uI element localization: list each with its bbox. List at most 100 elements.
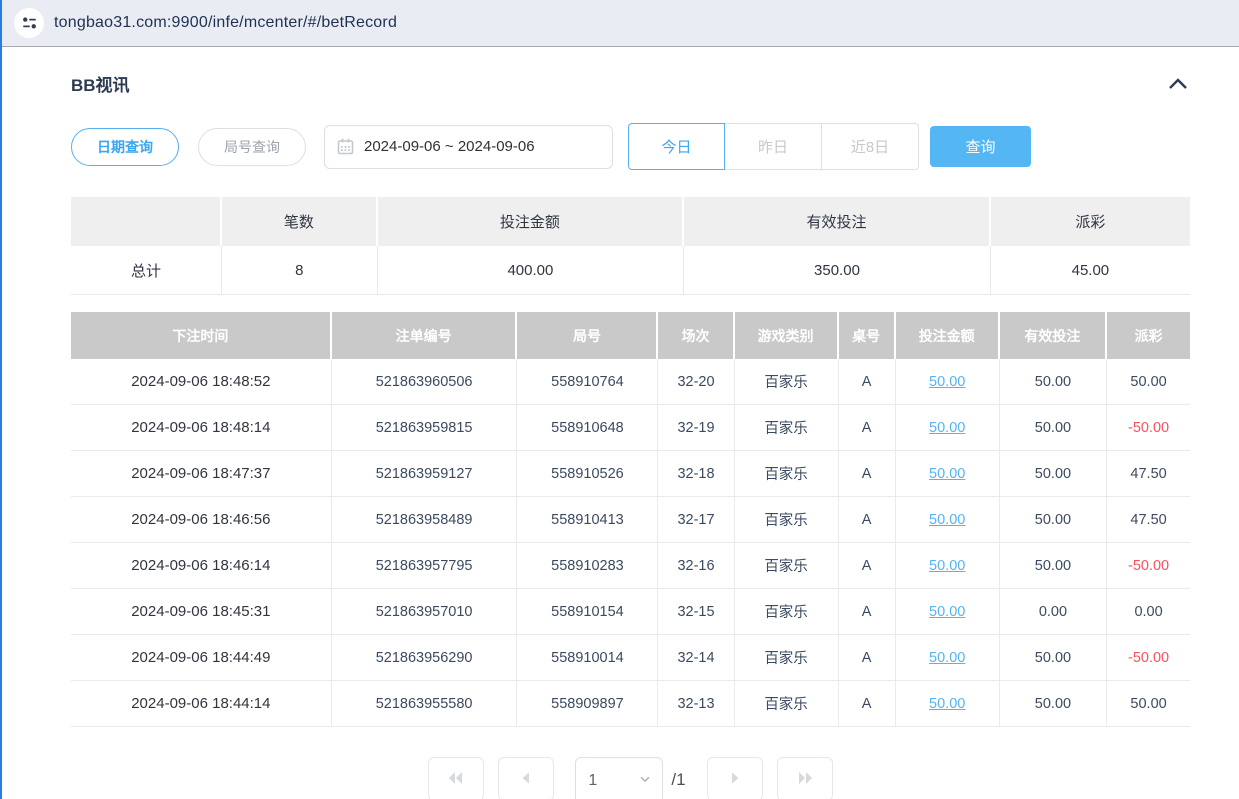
payout-cell: 50.00 xyxy=(1107,681,1190,727)
table-code-cell: A xyxy=(839,589,896,635)
bet-table-header-cell: 场次 xyxy=(658,312,734,359)
round-id-cell: 558910154 xyxy=(517,589,658,635)
bet-amount-cell: 50.00 xyxy=(896,681,1000,727)
time-cell: 2024-09-06 18:48:14 xyxy=(71,405,332,451)
bet-amount-cell: 50.00 xyxy=(896,589,1000,635)
bet-table-header-cell: 注单编号 xyxy=(332,312,518,359)
summary-header-cell xyxy=(71,197,222,246)
total-pages-label: /1 xyxy=(671,770,685,790)
game-cell: 百家乐 xyxy=(735,405,839,451)
bet-table-row: 2024-09-06 18:45:31521863957010558910154… xyxy=(71,589,1190,635)
table-code-cell: A xyxy=(839,635,896,681)
calendar-icon xyxy=(337,138,354,155)
table-code-cell: A xyxy=(839,451,896,497)
summary-header-cell: 投注金额 xyxy=(378,197,685,246)
prev-page-button[interactable] xyxy=(498,757,554,799)
summary-header-cell: 有效投注 xyxy=(684,197,991,246)
valid-cell: 50.00 xyxy=(1000,635,1107,681)
bet-amount-link[interactable]: 50.00 xyxy=(929,558,965,574)
double-arrow-right-icon xyxy=(795,770,815,789)
quick-range-button-2[interactable]: 昨日 xyxy=(725,123,822,170)
valid-cell: 50.00 xyxy=(1000,451,1107,497)
game-cell: 百家乐 xyxy=(735,359,839,405)
summary-value-cell: 8 xyxy=(222,246,378,295)
url-text[interactable]: tongbao31.com:9900/infe/mcenter/#/betRec… xyxy=(54,14,397,32)
bet-amount-cell: 50.00 xyxy=(896,497,1000,543)
filter-bar: 日期查询 局号查询 2024-09-06 ~ 2024-09-06 xyxy=(71,123,1190,170)
bet-table-row: 2024-09-06 18:44:49521863956290558910014… xyxy=(71,635,1190,681)
summary-value-cell: 45.00 xyxy=(991,246,1190,295)
bet-amount-link[interactable]: 50.00 xyxy=(929,420,965,436)
bet-amount-cell: 50.00 xyxy=(896,543,1000,589)
session-cell: 32-16 xyxy=(658,543,734,589)
bet-amount-cell: 50.00 xyxy=(896,359,1000,405)
order-id-cell: 521863955580 xyxy=(332,681,518,727)
round-id-cell: 558910764 xyxy=(517,359,658,405)
bet-amount-link[interactable]: 50.00 xyxy=(929,374,965,390)
summary-header-row: 笔数投注金额有效投注派彩 xyxy=(71,197,1190,246)
bet-table-body: 2024-09-06 18:48:52521863960506558910764… xyxy=(71,359,1190,727)
order-id-cell: 521863958489 xyxy=(332,497,518,543)
site-settings-icon[interactable] xyxy=(14,8,44,38)
payout-cell: 47.50 xyxy=(1107,497,1190,543)
bet-table-header-cell: 派彩 xyxy=(1107,312,1190,359)
table-code-cell: A xyxy=(839,543,896,589)
page-select-value: 1 xyxy=(588,772,597,790)
date-range-picker[interactable]: 2024-09-06 ~ 2024-09-06 xyxy=(324,125,613,169)
next-page-button[interactable] xyxy=(707,757,763,799)
summary-total-row: 总计8400.00350.0045.00 xyxy=(71,246,1190,295)
bet-table-header-cell: 有效投注 xyxy=(1000,312,1107,359)
time-cell: 2024-09-06 18:47:37 xyxy=(71,451,332,497)
bet-table-row: 2024-09-06 18:46:14521863957795558910283… xyxy=(71,543,1190,589)
summary-row-label: 总计 xyxy=(71,246,222,295)
time-cell: 2024-09-06 18:46:14 xyxy=(71,543,332,589)
bet-amount-cell: 50.00 xyxy=(896,451,1000,497)
page-title: BB视讯 xyxy=(71,71,130,96)
bet-table-header-cell: 游戏类别 xyxy=(735,312,839,359)
quick-range-button-3[interactable]: 近8日 xyxy=(822,123,919,170)
time-cell: 2024-09-06 18:48:52 xyxy=(71,359,332,405)
search-button[interactable]: 查询 xyxy=(930,126,1031,167)
valid-cell: 50.00 xyxy=(1000,543,1107,589)
table-code-cell: A xyxy=(839,405,896,451)
round-query-tab[interactable]: 局号查询 xyxy=(198,128,306,166)
summary-value-cell: 350.00 xyxy=(684,246,991,295)
bet-table-row: 2024-09-06 18:46:56521863958489558910413… xyxy=(71,497,1190,543)
game-cell: 百家乐 xyxy=(735,681,839,727)
time-cell: 2024-09-06 18:44:49 xyxy=(71,635,332,681)
bet-amount-link[interactable]: 50.00 xyxy=(929,512,965,528)
summary-value-cell: 400.00 xyxy=(378,246,685,295)
bet-table-header-cell: 下注时间 xyxy=(71,312,332,359)
session-cell: 32-14 xyxy=(658,635,734,681)
page-select[interactable]: 1 xyxy=(575,757,663,799)
bet-amount-link[interactable]: 50.00 xyxy=(929,696,965,712)
table-code-cell: A xyxy=(839,359,896,405)
bet-table-header-cell: 局号 xyxy=(517,312,658,359)
round-id-cell: 558910283 xyxy=(517,543,658,589)
payout-cell: 0.00 xyxy=(1107,589,1190,635)
round-id-cell: 558910413 xyxy=(517,497,658,543)
summary-header-cell: 笔数 xyxy=(222,197,378,246)
valid-cell: 50.00 xyxy=(1000,681,1107,727)
valid-cell: 0.00 xyxy=(1000,589,1107,635)
bet-amount-link[interactable]: 50.00 xyxy=(929,604,965,620)
valid-cell: 50.00 xyxy=(1000,405,1107,451)
pagination: 1 /1 xyxy=(71,757,1190,799)
date-query-tab[interactable]: 日期查询 xyxy=(71,128,179,166)
session-cell: 32-17 xyxy=(658,497,734,543)
quick-range-button-1[interactable]: 今日 xyxy=(628,123,725,170)
last-page-button[interactable] xyxy=(777,757,833,799)
chevron-up-icon[interactable] xyxy=(1166,75,1190,93)
bet-amount-link[interactable]: 50.00 xyxy=(929,650,965,666)
session-cell: 32-19 xyxy=(658,405,734,451)
bet-amount-link[interactable]: 50.00 xyxy=(929,466,965,482)
session-cell: 32-15 xyxy=(658,589,734,635)
order-id-cell: 521863959127 xyxy=(332,451,518,497)
round-id-cell: 558910648 xyxy=(517,405,658,451)
bet-table-row: 2024-09-06 18:44:14521863955580558909897… xyxy=(71,681,1190,727)
bet-table-row: 2024-09-06 18:47:37521863959127558910526… xyxy=(71,451,1190,497)
bet-table-header-row: 下注时间注单编号局号场次游戏类别桌号投注金额有效投注派彩 xyxy=(71,312,1190,359)
round-id-cell: 558909897 xyxy=(517,681,658,727)
first-page-button[interactable] xyxy=(428,757,484,799)
payout-cell: 50.00 xyxy=(1107,359,1190,405)
